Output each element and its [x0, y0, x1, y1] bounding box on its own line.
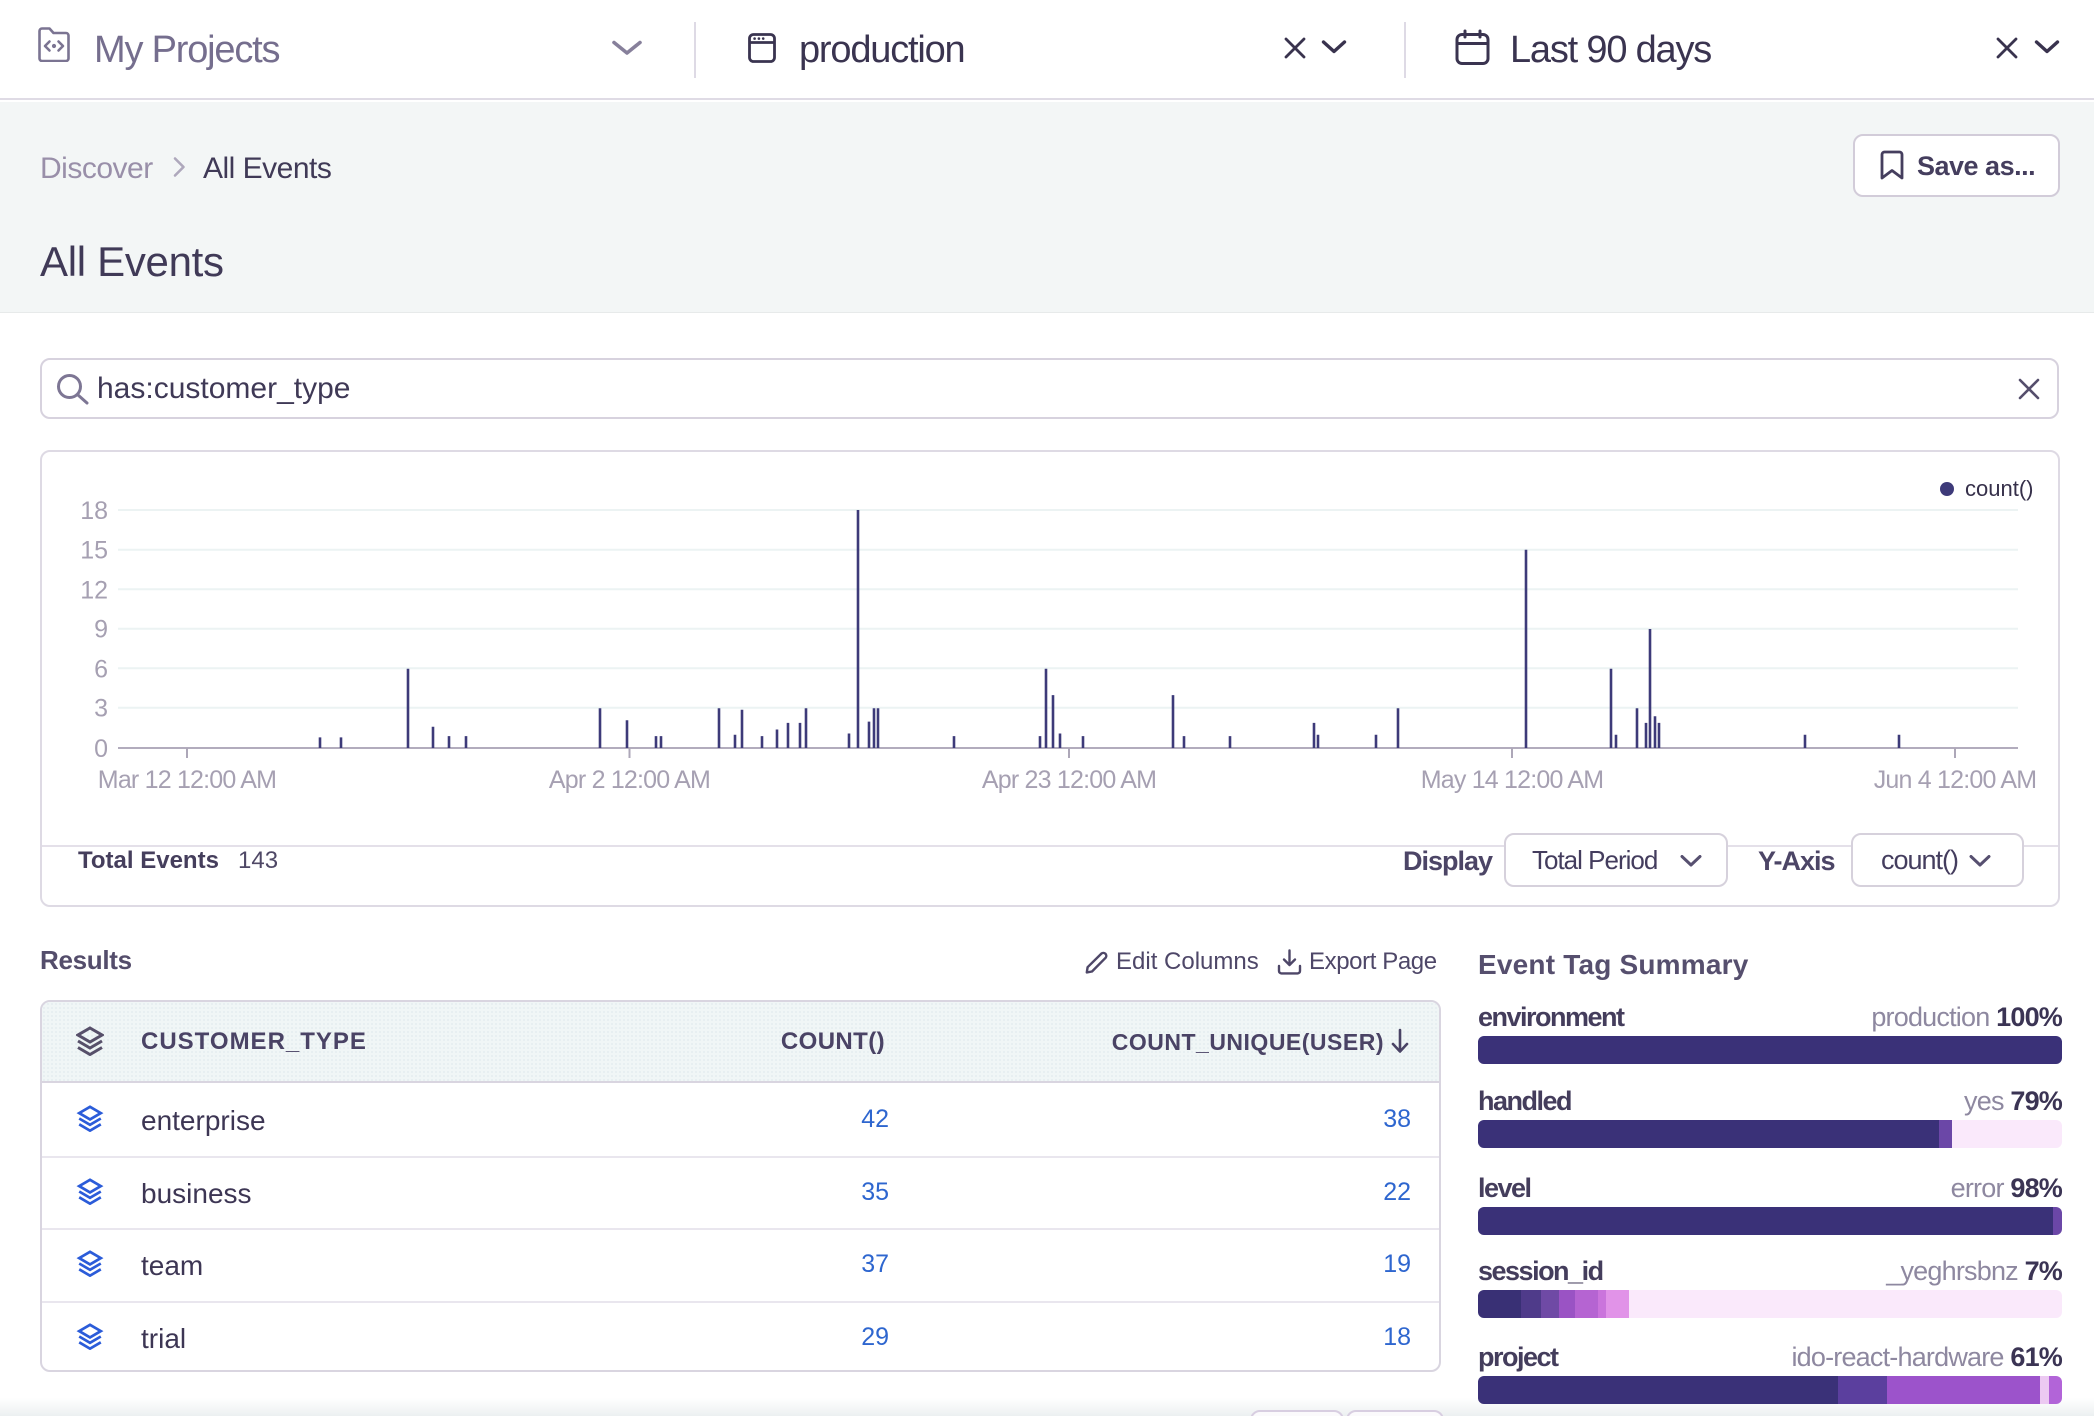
svg-text:Apr 2 12:00 AM: Apr 2 12:00 AM	[549, 766, 710, 794]
svg-text:9: 9	[94, 616, 108, 644]
svg-text:0: 0	[94, 735, 108, 763]
svg-text:count(): count()	[1965, 476, 2033, 501]
svg-text:6: 6	[94, 655, 108, 683]
svg-text:12: 12	[80, 576, 108, 604]
svg-text:15: 15	[80, 537, 108, 565]
svg-text:3: 3	[94, 695, 108, 723]
svg-text:Apr 23 12:00 AM: Apr 23 12:00 AM	[982, 766, 1156, 794]
svg-text:Jun 4 12:00 AM: Jun 4 12:00 AM	[1874, 766, 2037, 794]
svg-text:18: 18	[80, 497, 108, 525]
svg-text:Mar 12 12:00 AM: Mar 12 12:00 AM	[98, 766, 276, 794]
svg-text:May 14 12:00 AM: May 14 12:00 AM	[1421, 766, 1604, 794]
